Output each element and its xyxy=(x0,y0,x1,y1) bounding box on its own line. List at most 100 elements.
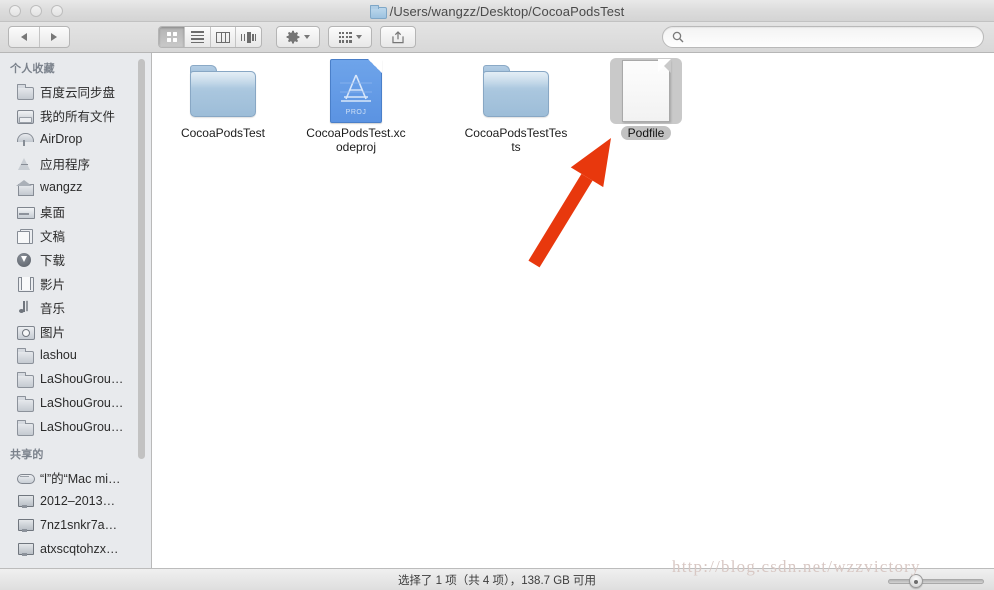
file-icon-container[interactable] xyxy=(187,58,259,124)
file-name-label: CocoaPodsTest xyxy=(180,126,266,140)
sidebar-item-1[interactable]: 2012–2013… xyxy=(0,489,151,513)
file-name-label: CocoaPodsTest.xcodeproj xyxy=(306,126,406,154)
folder-icon xyxy=(16,396,34,412)
sidebar-item-7[interactable]: 下载 xyxy=(0,247,151,271)
file-icon-container[interactable] xyxy=(610,58,682,124)
forward-button[interactable] xyxy=(38,27,69,47)
pictures-icon xyxy=(16,324,35,340)
chevron-down-icon xyxy=(304,35,310,39)
sidebar-item-label: wangzz xyxy=(40,180,83,194)
file-item[interactable]: Podfile xyxy=(586,58,706,140)
sidebar-item-label: 音乐 xyxy=(40,301,66,316)
action-menu-button[interactable] xyxy=(276,26,320,48)
file-item[interactable]: CocoaPodsTestTests xyxy=(456,58,576,154)
sidebar-item-3[interactable]: atxscqtohzx… xyxy=(0,537,151,561)
sidebar-item-0[interactable]: “l”的“Mac mi… xyxy=(0,465,151,489)
sidebar-item-2[interactable]: AirDrop xyxy=(0,127,151,151)
sidebar-item-label: atxscqtohzx… xyxy=(40,542,119,556)
screen-icon xyxy=(16,542,34,557)
finder-window: /Users/wangzz/Desktop/CocoaPodsTest 个人收藏… xyxy=(0,0,994,590)
back-button[interactable] xyxy=(9,27,39,47)
icon-view-button[interactable] xyxy=(159,27,185,47)
sidebar-item-3[interactable]: 应用程序 xyxy=(0,151,151,175)
share-button[interactable] xyxy=(380,26,416,48)
sidebar-item-label: lashou xyxy=(40,348,77,362)
search-input[interactable] xyxy=(690,30,974,44)
sidebar-item-label: 2012–2013… xyxy=(40,494,116,508)
folder-icon xyxy=(483,65,549,117)
desktop-icon xyxy=(16,204,35,219)
sidebar-item-9[interactable]: 音乐 xyxy=(0,295,151,319)
sidebar-item-label: 7nz1snkr7a… xyxy=(40,518,118,532)
sidebar-item-label: “l”的“Mac mi… xyxy=(40,471,121,486)
coverflow-view-button[interactable] xyxy=(235,27,261,47)
sidebar-item-0[interactable]: 百度云同步盘 xyxy=(0,79,151,103)
arrange-icon xyxy=(338,31,352,43)
sidebar-item-label: 应用程序 xyxy=(40,157,91,172)
file-list-area[interactable]: CocoaPodsTest PROJ CocoaPodsTest.xcodeproj… xyxy=(153,53,994,568)
sidebar-item-label: 文稿 xyxy=(40,229,66,244)
columns-icon xyxy=(216,31,231,43)
folder-icon xyxy=(16,348,34,364)
all-files-icon xyxy=(16,108,34,124)
file-item[interactable]: CocoaPodsTest xyxy=(163,58,283,140)
screen-icon xyxy=(16,518,34,533)
sidebar-item-label: AirDrop xyxy=(40,132,83,146)
sidebar-item-10[interactable]: 图片 xyxy=(0,319,151,343)
home-icon xyxy=(16,179,34,196)
file-name-label: CocoaPodsTestTests xyxy=(464,126,568,154)
list-icon xyxy=(191,31,205,43)
file-item[interactable]: PROJ CocoaPodsTest.xcodeproj xyxy=(296,58,416,154)
title-bar: /Users/wangzz/Desktop/CocoaPodsTest xyxy=(0,0,994,22)
downloads-icon xyxy=(16,252,33,267)
sidebar-scrollbar[interactable] xyxy=(138,59,145,459)
sidebar-item-2[interactable]: 7nz1snkr7a… xyxy=(0,513,151,537)
column-view-button[interactable] xyxy=(209,27,236,47)
window-title: /Users/wangzz/Desktop/CocoaPodsTest xyxy=(389,3,625,19)
applications-icon xyxy=(16,156,33,171)
status-text: 选择了 1 项（共 4 项），138.7 GB 可用 xyxy=(397,574,597,587)
folder-icon xyxy=(369,5,387,19)
gear-icon xyxy=(286,30,300,44)
mac-mini-icon xyxy=(16,470,35,485)
sidebar-item-label: LaShouGrou… xyxy=(40,372,124,386)
sidebar-item-1[interactable]: 我的所有文件 xyxy=(0,103,151,127)
sidebar-item-8[interactable]: 影片 xyxy=(0,271,151,295)
folder-icon xyxy=(16,84,34,100)
sidebar-item-12[interactable]: LaShouGrou… xyxy=(0,367,151,391)
sidebar-item-11[interactable]: lashou xyxy=(0,343,151,367)
sidebar-item-label: 影片 xyxy=(40,277,66,292)
proj-badge: PROJ xyxy=(345,109,367,116)
folder-icon xyxy=(190,65,256,117)
document-icon xyxy=(622,59,671,122)
sidebar-item-label: 图片 xyxy=(40,325,66,340)
file-name-label: Podfile xyxy=(620,126,672,140)
sidebar-group-title: 个人收藏 xyxy=(10,63,55,75)
search-field[interactable] xyxy=(662,26,984,48)
navigation-buttons xyxy=(8,26,70,48)
sidebar-item-4[interactable]: wangzz xyxy=(0,175,151,199)
sidebar-item-14[interactable]: LaShouGrou… xyxy=(0,415,151,439)
xcodeproj-icon: PROJ xyxy=(330,59,382,123)
watermark: http://blog.csdn.net/wzzvictory xyxy=(672,557,921,576)
coverflow-icon xyxy=(241,31,257,43)
music-icon xyxy=(16,300,33,315)
window-title-group: /Users/wangzz/Desktop/CocoaPodsTest xyxy=(0,0,994,22)
sidebar-item-5[interactable]: 桌面 xyxy=(0,199,151,223)
movies-icon xyxy=(16,276,34,292)
sidebar-item-label: 百度云同步盘 xyxy=(40,85,116,100)
grid-icon xyxy=(166,32,177,42)
chevron-right-icon xyxy=(51,33,58,41)
sidebar-item-13[interactable]: LaShouGrou… xyxy=(0,391,151,415)
file-icon-container[interactable] xyxy=(480,58,552,124)
search-icon xyxy=(672,31,684,43)
sidebar-item-label: LaShouGrou… xyxy=(40,420,124,434)
sidebar-group-title: 共享的 xyxy=(10,449,44,461)
share-icon xyxy=(392,30,404,43)
list-view-button[interactable] xyxy=(184,27,210,47)
arrange-menu-button[interactable] xyxy=(328,26,372,48)
file-icon-container[interactable]: PROJ xyxy=(320,58,392,124)
screen-icon xyxy=(16,494,34,509)
sidebar-item-label: LaShouGrou… xyxy=(40,396,124,410)
sidebar-item-6[interactable]: 文稿 xyxy=(0,223,151,247)
